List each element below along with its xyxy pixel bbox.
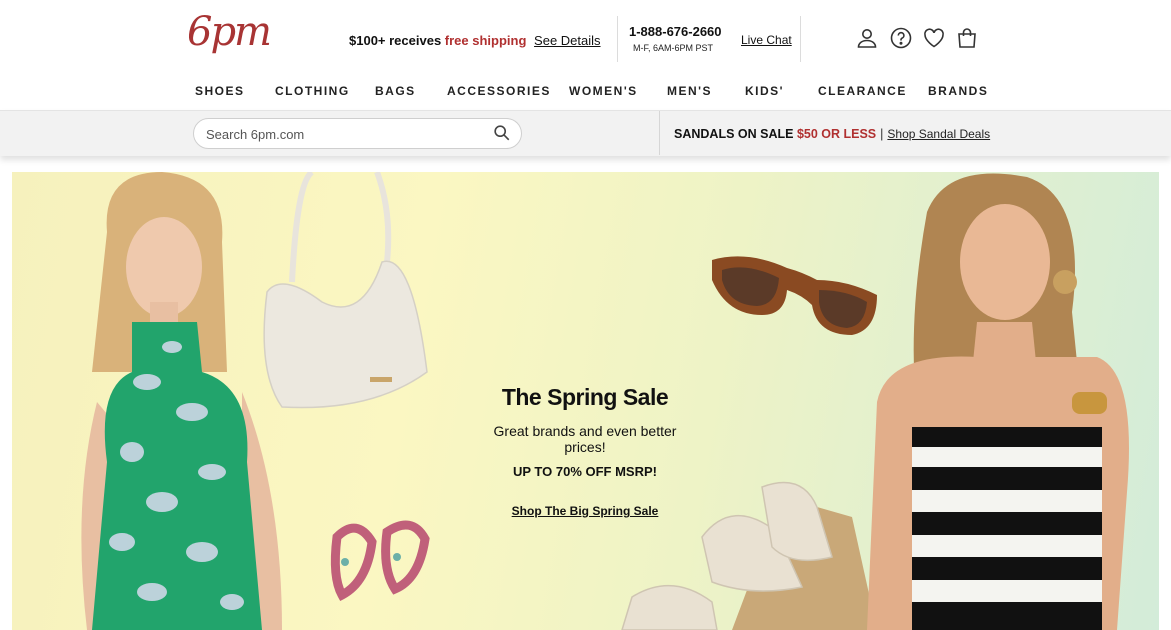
- nav-kids[interactable]: KIDS': [745, 84, 784, 98]
- hero-text-block: The Spring Sale Great brands and even be…: [472, 384, 698, 520]
- search-box[interactable]: [193, 118, 522, 149]
- search-strip: [0, 110, 1171, 156]
- nav-brands[interactable]: BRANDS: [928, 84, 988, 98]
- nav-womens[interactable]: WOMEN'S: [569, 84, 638, 98]
- nav-shoes[interactable]: SHOES: [195, 84, 245, 98]
- strip-divider: [659, 111, 660, 155]
- site-logo[interactable]: 6pm: [187, 12, 272, 52]
- hero-offer: UP TO 70% OFF MSRP!: [513, 464, 657, 479]
- shop-sandal-deals-link[interactable]: Shop Sandal Deals: [887, 127, 990, 141]
- bag-icon[interactable]: [955, 26, 979, 50]
- earrings-image: [330, 520, 430, 602]
- sunglasses-image: [712, 256, 877, 335]
- shop-spring-sale-link[interactable]: Shop The Big Spring Sale: [512, 504, 659, 518]
- sandal-sale-text: SANDALS ON SALE: [674, 127, 797, 141]
- nav-mens[interactable]: MEN'S: [667, 84, 712, 98]
- sandal-divider: |: [880, 127, 884, 141]
- sandal-sale-banner: SANDALS ON SALE $50 OR LESS | Shop Sandal …: [674, 127, 990, 141]
- nav-clothing[interactable]: CLOTHING: [275, 84, 350, 98]
- nav-bags[interactable]: BAGS: [375, 84, 416, 98]
- live-chat-link[interactable]: Live Chat: [741, 33, 792, 47]
- free-shipping-text: free shipping: [444, 33, 527, 48]
- nav-clearance[interactable]: CLEARANCE: [818, 84, 907, 98]
- nav-accessories[interactable]: ACCESSORIES: [447, 84, 551, 98]
- handbag-image: [263, 172, 428, 409]
- sandal-sale-price: $50 OR LESS: [796, 127, 877, 141]
- hero-banner[interactable]: The Spring Sale Great brands and even be…: [12, 172, 1159, 630]
- shipping-promo: $100+ receives free shipping See Details: [349, 33, 601, 48]
- account-icon[interactable]: [855, 26, 879, 50]
- search-icon[interactable]: [493, 124, 511, 142]
- help-icon[interactable]: [889, 26, 913, 50]
- phone-number[interactable]: 1-888-676-2660: [629, 24, 722, 39]
- support-hours: M-F, 6AM-6PM PST: [633, 43, 714, 53]
- hero-subtitle: Great brands and even better prices!: [493, 423, 677, 455]
- see-details-link[interactable]: See Details: [534, 33, 600, 48]
- header-divider: [800, 16, 801, 62]
- promo-text: $100+ receives: [349, 33, 445, 48]
- header-divider: [617, 16, 618, 62]
- search-input[interactable]: [206, 125, 476, 143]
- model-striped-dress-image: [867, 173, 1129, 630]
- heart-icon[interactable]: [922, 26, 946, 50]
- hero-title: The Spring Sale: [501, 384, 669, 410]
